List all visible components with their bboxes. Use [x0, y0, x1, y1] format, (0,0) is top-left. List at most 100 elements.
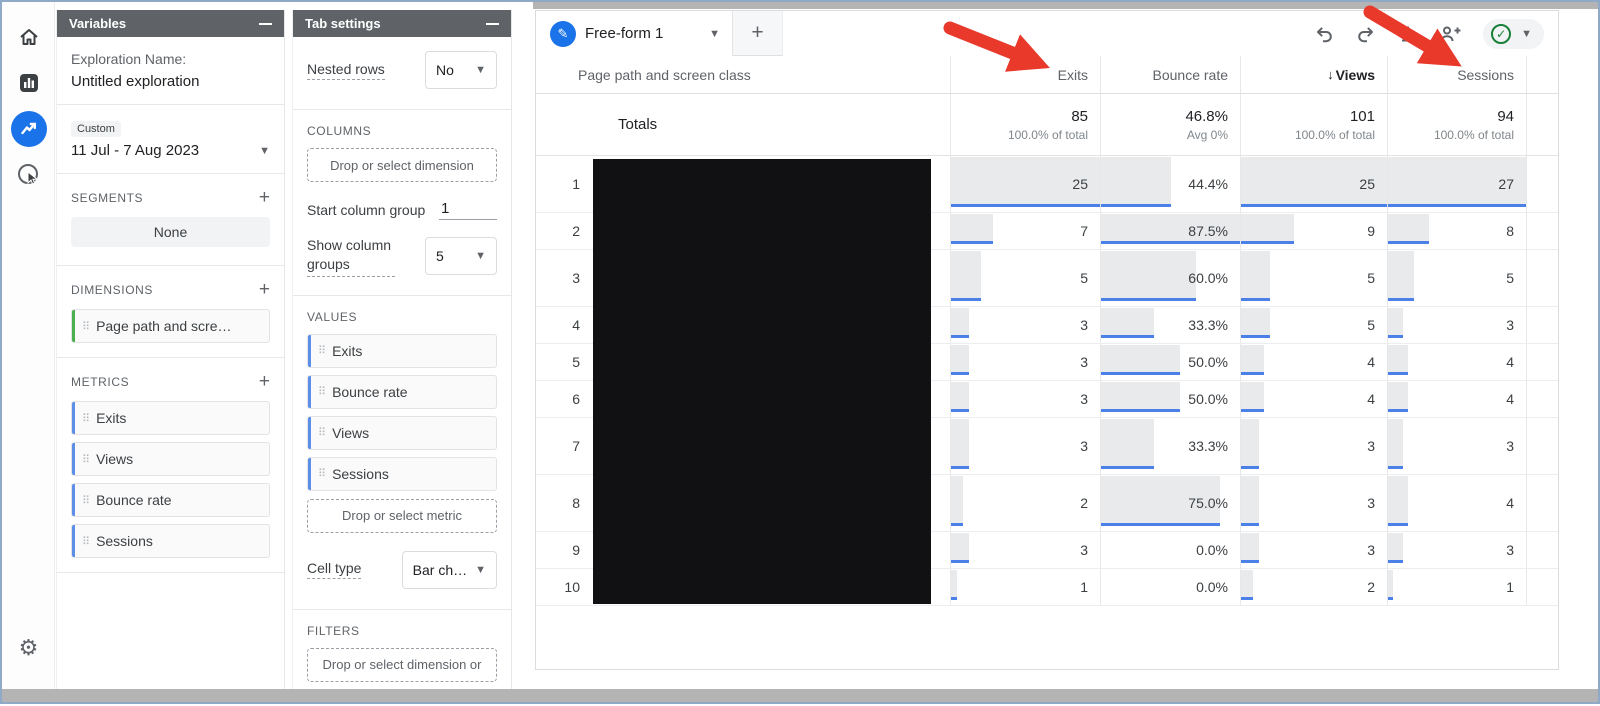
views-value: 25 — [1359, 176, 1375, 192]
views-cell: 2 — [1240, 569, 1387, 605]
columns-drop-zone[interactable]: Drop or select dimension — [307, 148, 497, 182]
explore-icon[interactable] — [2, 106, 55, 152]
exits-value: 3 — [1080, 391, 1088, 407]
bar-chart-fill — [1388, 214, 1429, 244]
dimension-chip[interactable]: ⠿ Page path and scre… — [71, 309, 270, 343]
metric-chip-label: Views — [96, 451, 133, 467]
bounce-value: 0.0% — [1196, 579, 1228, 595]
chevron-down-icon[interactable]: ▼ — [709, 28, 720, 40]
minimize-icon[interactable] — [486, 23, 499, 25]
share-with-people-icon[interactable] — [1439, 23, 1463, 45]
divider — [57, 357, 284, 358]
sessions-cell: 5 — [1387, 250, 1527, 306]
tab-settings-panel-header: Tab settings — [293, 10, 511, 37]
download-icon[interactable] — [1397, 23, 1419, 45]
bounce-cell: 33.3% — [1100, 418, 1240, 474]
value-chip[interactable]: ⠿ Exits — [307, 334, 497, 368]
value-chip[interactable]: ⠿ Sessions — [307, 457, 497, 491]
redo-icon[interactable] — [1355, 23, 1377, 45]
exits-value: 5 — [1080, 270, 1088, 286]
redacted-page-paths — [593, 159, 931, 604]
admin-gear-icon[interactable]: ⚙ — [2, 635, 55, 661]
bounce-cell: 75.0% — [1100, 475, 1240, 531]
date-range-type-badge: Custom — [71, 121, 121, 137]
date-range-selector[interactable]: 11 Jul - 7 Aug 2023 ▼ — [71, 142, 270, 159]
views-cell: 5 — [1240, 250, 1387, 306]
metric-chip[interactable]: ⠿ Bounce rate — [71, 483, 270, 517]
values-drop-zone[interactable]: Drop or select metric — [307, 499, 497, 533]
app-nav-rail: ⚙ — [2, 2, 55, 689]
value-chip-label: Exits — [332, 343, 362, 359]
sort-desc-icon: ↓ — [1327, 67, 1334, 82]
metric-chip[interactable]: ⠿ Exits — [71, 401, 270, 435]
bar-chart-fill — [951, 308, 969, 338]
add-dimension-button[interactable]: + — [259, 280, 270, 299]
value-chip[interactable]: ⠿ Bounce rate — [307, 375, 497, 409]
cell-type-dropdown[interactable]: Bar ch… ▼ — [402, 551, 497, 589]
bar-chart-fill — [951, 214, 993, 244]
cell-type-value: Bar ch… — [413, 562, 467, 578]
sessions-cell: 8 — [1387, 213, 1527, 249]
nested-rows-value: No — [436, 62, 454, 78]
metric-chip-label: Sessions — [96, 533, 153, 549]
show-column-groups-dropdown[interactable]: 5 ▼ — [425, 237, 497, 275]
sessions-cell: 27 — [1387, 156, 1527, 212]
value-chip[interactable]: ⠿ Views — [307, 416, 497, 450]
column-header-sessions[interactable]: Sessions — [1387, 56, 1527, 93]
add-segment-button[interactable]: + — [259, 188, 270, 207]
minimize-icon[interactable] — [259, 23, 272, 25]
bar-chart-fill — [1388, 533, 1403, 563]
column-header-dimension[interactable]: Page path and screen class — [536, 56, 950, 93]
metric-chip[interactable]: ⠿ Sessions — [71, 524, 270, 558]
bar-chart-fill — [1241, 533, 1259, 563]
variables-panel-header: Variables — [57, 10, 284, 37]
advertising-icon[interactable] — [2, 152, 55, 198]
bounce-value: 87.5% — [1188, 223, 1228, 239]
bounce-cell: 60.0% — [1100, 250, 1240, 306]
views-cell: 25 — [1240, 156, 1387, 212]
bounce-value: 44.4% — [1188, 176, 1228, 192]
add-metric-button[interactable]: + — [259, 372, 270, 391]
metrics-label: METRICS — [71, 375, 129, 389]
exploration-name-value[interactable]: Untitled exploration — [71, 73, 270, 90]
nested-rows-dropdown[interactable]: No ▼ — [425, 51, 497, 89]
filters-drop-zone[interactable]: Drop or select dimension or — [307, 648, 497, 682]
bar-chart-fill — [1241, 345, 1264, 375]
totals-exits: 85 100.0% of total — [950, 94, 1100, 155]
row-number: 8 — [536, 475, 593, 531]
views-value: 5 — [1367, 270, 1375, 286]
undo-icon[interactable] — [1313, 23, 1335, 45]
variables-panel: Variables Exploration Name: Untitled exp… — [56, 10, 285, 689]
start-column-group-input[interactable]: 1 — [439, 200, 497, 220]
metric-chip[interactable]: ⠿ Views — [71, 442, 270, 476]
divider — [57, 104, 284, 105]
bar-chart-fill — [951, 251, 981, 301]
bar-chart-fill — [1101, 382, 1180, 412]
home-icon[interactable] — [2, 14, 55, 60]
bar-chart-fill — [1101, 157, 1171, 207]
bar-chart-fill — [1101, 308, 1154, 338]
drag-handle-icon: ⠿ — [82, 453, 89, 466]
chevron-down-icon: ▼ — [475, 250, 486, 262]
add-tab-button[interactable]: + — [733, 11, 783, 56]
freeform-canvas: ✎ Free-form 1 ▼ + ✓ ▼ Page pa — [535, 10, 1559, 670]
column-header-views[interactable]: ↓Views — [1240, 56, 1387, 93]
segments-none-value[interactable]: None — [71, 217, 270, 247]
exits-value: 3 — [1080, 542, 1088, 558]
bar-chart-fill — [1241, 308, 1270, 338]
bounce-value: 0.0% — [1196, 542, 1228, 558]
sessions-value: 1 — [1506, 579, 1514, 595]
column-header-exits[interactable]: Exits — [950, 56, 1100, 93]
views-value: 9 — [1367, 223, 1375, 239]
tab-freeform-1[interactable]: ✎ Free-form 1 ▼ — [536, 11, 733, 56]
bounce-cell: 0.0% — [1100, 532, 1240, 568]
drag-handle-icon: ⠿ — [82, 412, 89, 425]
reports-icon[interactable] — [2, 60, 55, 106]
bar-chart-fill — [1388, 345, 1408, 375]
bounce-cell: 50.0% — [1100, 344, 1240, 380]
views-cell: 5 — [1240, 307, 1387, 343]
sessions-cell: 3 — [1387, 418, 1527, 474]
metric-chip-label: Bounce rate — [96, 492, 172, 508]
column-header-bounce-rate[interactable]: Bounce rate — [1100, 56, 1240, 93]
status-check-button[interactable]: ✓ ▼ — [1483, 19, 1544, 49]
